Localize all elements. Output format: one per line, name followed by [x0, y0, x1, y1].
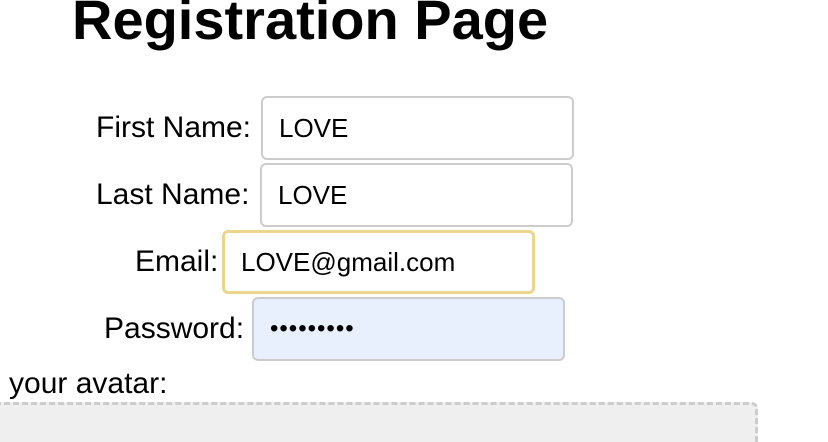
- last-name-input[interactable]: [260, 163, 573, 227]
- password-row: Password:: [0, 297, 828, 361]
- last-name-label: Last Name:: [96, 178, 250, 211]
- registration-page: Registration Page First Name: Last Name:…: [0, 0, 828, 442]
- first-name-label: First Name:: [96, 111, 252, 144]
- last-name-row: Last Name:: [0, 163, 828, 227]
- email-label: Email:: [135, 245, 219, 278]
- password-input[interactable]: [252, 297, 565, 361]
- password-label: Password:: [104, 312, 245, 345]
- first-name-input[interactable]: [261, 96, 574, 160]
- email-row: Email:: [0, 230, 828, 294]
- email-input[interactable]: [222, 230, 535, 294]
- page-title: Registration Page: [72, 0, 549, 51]
- first-name-row: First Name:: [0, 96, 828, 160]
- avatar-upload-label: d your avatar:: [0, 367, 168, 400]
- avatar-dropzone[interactable]: [0, 402, 758, 442]
